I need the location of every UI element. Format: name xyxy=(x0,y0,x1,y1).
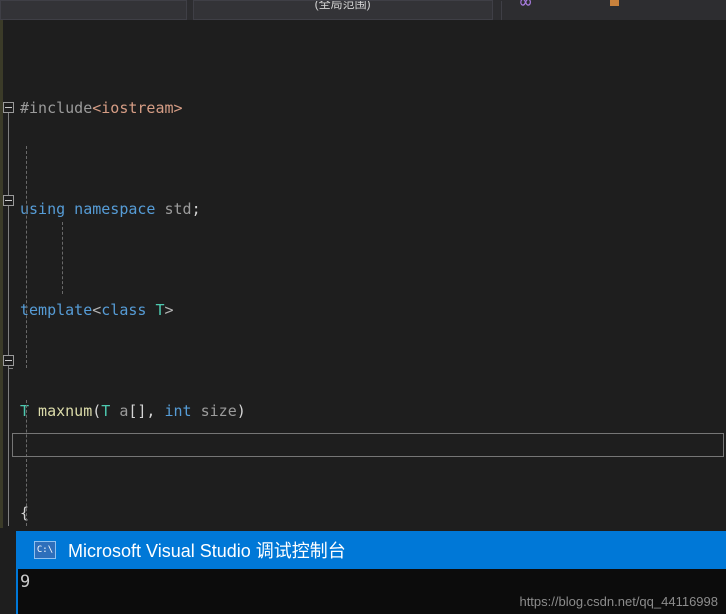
indent-guide xyxy=(26,146,27,368)
console-output: 9 xyxy=(16,569,726,593)
code-line[interactable]: #include<iostream> xyxy=(0,96,463,121)
scope-dropdown[interactable] xyxy=(0,0,187,20)
indent-guide xyxy=(62,222,63,294)
code-text[interactable]: #include<iostream> using namespace std; … xyxy=(0,20,463,528)
console-title-text: Microsoft Visual Studio 调试控制台 xyxy=(68,541,346,561)
visual-studio-window: (全局范围) ∞ #include<iostream> using namesp… xyxy=(0,0,726,614)
console-left-accent xyxy=(16,569,18,614)
code-line[interactable]: { xyxy=(0,501,463,526)
editor-navigation-bar: (全局范围) ∞ xyxy=(0,0,726,21)
code-line[interactable]: template<class T> xyxy=(0,298,463,323)
orange-square-icon xyxy=(609,0,619,6)
indent-guide xyxy=(26,400,27,526)
code-line[interactable]: using namespace std; xyxy=(0,197,463,222)
code-line[interactable]: T maxnum(T a[], int size) xyxy=(0,399,463,424)
cmd-prompt-icon: C:\ xyxy=(34,541,56,559)
vs-infinity-icon: ∞ xyxy=(519,0,532,13)
watermark: https://blog.csdn.net/qq_44116998 xyxy=(519,594,718,609)
console-output-line: 9 xyxy=(20,572,31,592)
tool-window-panel: ∞ xyxy=(500,0,726,20)
code-editor[interactable]: #include<iostream> using namespace std; … xyxy=(0,20,726,528)
member-dropdown[interactable]: (全局范围) xyxy=(192,0,493,20)
console-title-bar[interactable]: C:\ Microsoft Visual Studio 调试控制台 xyxy=(16,531,726,569)
member-dropdown-label: (全局范围) xyxy=(314,0,371,11)
